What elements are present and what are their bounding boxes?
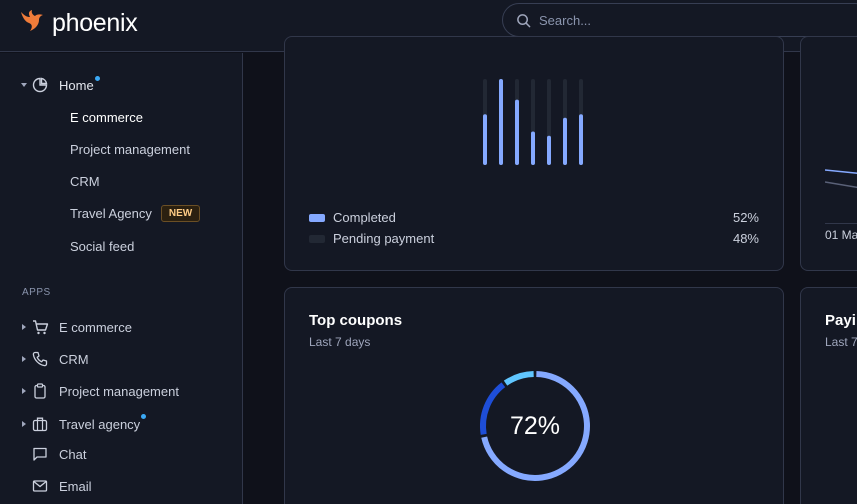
sidebar-subitem-label: CRM (70, 174, 100, 189)
brand-name: phoenix (52, 9, 138, 37)
sidebar-item-label: Email (59, 478, 92, 494)
sidebar-subitem-travel-agency[interactable]: Travel Agency NEW (70, 205, 201, 222)
card-title: Top coupons (309, 312, 403, 329)
mail-icon (31, 477, 49, 495)
sidebar-item-home[interactable]: Home (17, 76, 94, 94)
notification-dot (95, 76, 100, 81)
sidebar-item-label: CRM (59, 351, 89, 367)
bar-completed (579, 114, 583, 165)
sidebar-item-travel-agency[interactable]: Travel agency (17, 415, 140, 433)
message-square-icon (31, 445, 49, 463)
sidebar: Home E commerce Project management CRM T… (0, 53, 243, 504)
bar-completed (515, 99, 519, 165)
orders-card: Completed 52% Pending payment 48% (284, 36, 784, 271)
bar-completed (547, 135, 551, 165)
cart-icon (31, 318, 49, 336)
caret-right-icon (17, 323, 31, 331)
top-coupons-card: Top coupons Last 7 days 72% (284, 287, 784, 504)
card-title: Payi (825, 312, 856, 329)
legend-label: Pending payment (333, 231, 435, 246)
briefcase-icon (31, 415, 49, 433)
sidebar-subitem-label: Social feed (70, 239, 135, 254)
sidebar-item-ecommerce[interactable]: E commerce (17, 318, 132, 336)
donut-center-label: 72% (509, 411, 561, 440)
bar-completed (483, 114, 487, 165)
sidebar-item-label: Home (59, 77, 94, 93)
sidebar-subitem-label: Travel Agency (70, 206, 152, 221)
sidebar-item-label: Chat (59, 446, 87, 462)
line-chart (825, 169, 857, 189)
sidebar-subitem-social-feed[interactable]: Social feed (70, 239, 134, 254)
orders-bar-chart (483, 79, 583, 165)
phoenix-logo-icon (18, 7, 46, 40)
pie-chart-icon (31, 76, 49, 94)
notification-dot (141, 414, 146, 419)
search-icon (516, 13, 531, 28)
sidebar-subitem-project-management[interactable]: Project management (70, 142, 190, 157)
search-input[interactable] (539, 12, 819, 28)
new-badge: NEW (160, 205, 201, 222)
sidebar-item-crm[interactable]: CRM (17, 350, 89, 368)
line-chart-card: 01 Ma (800, 36, 857, 271)
caret-down-icon (17, 81, 31, 89)
legend-value: 48% (732, 231, 759, 246)
legend-swatch (309, 234, 325, 243)
card-subtitle: Last 7 (825, 335, 857, 349)
legend-value: 52% (732, 210, 759, 225)
legend-label: Completed (333, 210, 396, 225)
bar-completed (563, 117, 567, 165)
sidebar-item-label: E commerce (59, 319, 132, 335)
sidebar-subitem-crm[interactable]: CRM (70, 174, 100, 189)
search-box[interactable] (502, 3, 857, 37)
legend-swatch (309, 213, 325, 222)
bar-completed (499, 79, 503, 165)
caret-right-icon (17, 387, 31, 395)
sidebar-subitem-ecommerce[interactable]: E commerce (70, 110, 143, 125)
sidebar-item-label: Travel agency (59, 416, 141, 432)
card-subtitle: Last 7 days (309, 335, 371, 349)
phone-icon (31, 350, 49, 368)
axis-line (825, 223, 857, 224)
clipboard-icon (31, 382, 49, 400)
caret-right-icon (17, 420, 31, 428)
bar-completed (531, 131, 535, 165)
sidebar-item-chat[interactable]: Chat (31, 445, 86, 463)
brand-logo[interactable]: phoenix (18, 7, 138, 40)
legend-pending-payment: Pending payment 48% (309, 231, 759, 246)
sidebar-item-project-management[interactable]: Project management (17, 382, 179, 400)
sidebar-subitem-label: Project management (70, 142, 190, 157)
axis-date-label: 01 Ma (825, 228, 857, 242)
apps-section-label: APPS (22, 287, 51, 298)
sidebar-item-email[interactable]: Email (31, 477, 92, 495)
sidebar-subitem-label: E commerce (70, 110, 143, 125)
paying-card: Payi Last 7 (800, 287, 857, 504)
sidebar-item-label: Project management (59, 383, 179, 399)
legend-completed: Completed 52% (309, 210, 759, 225)
caret-right-icon (17, 355, 31, 363)
